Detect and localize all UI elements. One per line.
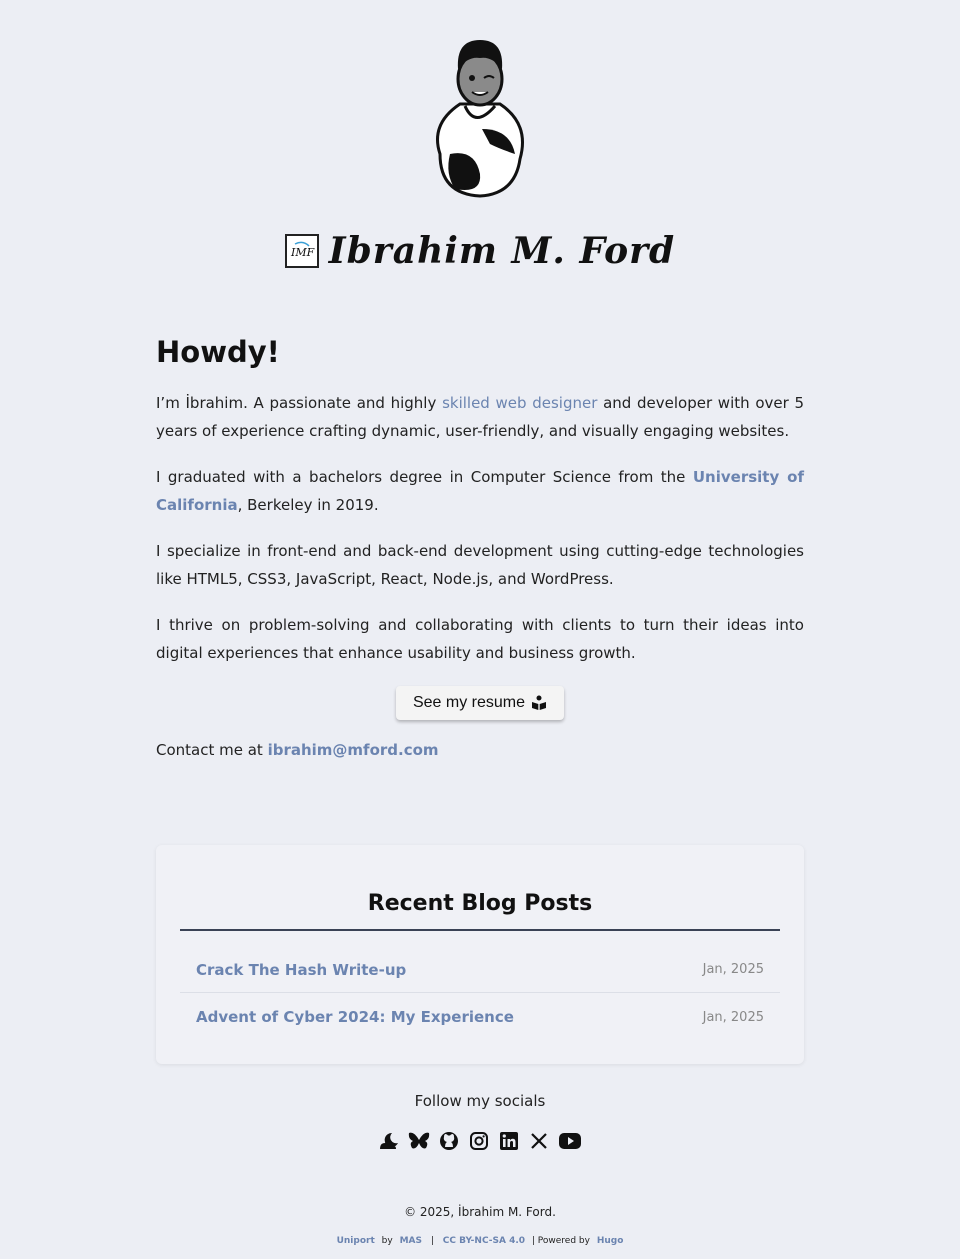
bluesky-butterfly-icon[interactable] bbox=[408, 1130, 430, 1152]
svg-text:IMF: IMF bbox=[290, 246, 315, 259]
powered-by-text: | Powered by bbox=[531, 1236, 590, 1246]
by-text: by bbox=[381, 1236, 393, 1246]
youtube-icon[interactable] bbox=[558, 1130, 582, 1152]
author-link[interactable]: MAS bbox=[400, 1236, 422, 1246]
license-link[interactable]: CC BY-NC-SA 4.0 bbox=[443, 1236, 525, 1246]
footer-credits: Uniport by MAS | CC BY-NC-SA 4.0 | Power… bbox=[0, 1236, 960, 1246]
post-link[interactable]: Advent of Cyber 2024: My Experience bbox=[196, 1008, 514, 1026]
site-title[interactable]: Ibrahim M. Ford bbox=[329, 230, 675, 272]
separator: | bbox=[430, 1236, 434, 1246]
avatar bbox=[420, 34, 540, 202]
recent-posts-card: Recent Blog Posts Crack The Hash Write-u… bbox=[156, 845, 804, 1064]
monogram-logo-icon[interactable]: IMF bbox=[284, 234, 319, 268]
recent-posts-heading: Recent Blog Posts bbox=[180, 885, 780, 931]
resume-button[interactable]: See my resume bbox=[396, 686, 564, 720]
intro-paragraph-4: I thrive on problem-solving and collabor… bbox=[156, 616, 804, 662]
text: I’m İbrahim. A passionate and highly bbox=[156, 394, 443, 412]
contact-line: Contact me at ibrahim@mford.com bbox=[156, 736, 804, 764]
instagram-icon[interactable] bbox=[468, 1130, 490, 1152]
copyright: © 2025, İbrahim M. Ford. bbox=[404, 1205, 556, 1219]
list-item[interactable]: Crack The Hash Write-up Jan, 2025 bbox=[180, 947, 780, 993]
skilled-web-designer-link[interactable]: skilled web designer bbox=[442, 394, 597, 412]
text: I graduated with a bachelors degree in C… bbox=[156, 468, 693, 486]
text: , Berkeley in 2019. bbox=[237, 496, 379, 514]
book-reader-icon bbox=[532, 695, 547, 710]
contact-label: Contact me at bbox=[156, 741, 268, 759]
linkedin-icon[interactable] bbox=[498, 1130, 520, 1152]
post-date: Jan, 2025 bbox=[702, 1009, 764, 1025]
follow-label: Follow my socials bbox=[414, 1092, 546, 1110]
intro-paragraph-2: I graduated with a bachelors degree in C… bbox=[156, 463, 804, 519]
site-header: IMF Ibrahim M. Ford bbox=[0, 226, 960, 276]
page-heading: Howdy! bbox=[156, 335, 280, 369]
cartoon-avatar-icon bbox=[436, 40, 524, 198]
post-link[interactable]: Crack The Hash Write-up bbox=[196, 961, 406, 979]
hugo-link[interactable]: Hugo bbox=[597, 1236, 624, 1246]
theme-link[interactable]: Uniport bbox=[337, 1236, 375, 1246]
email-link[interactable]: ibrahim@mford.com bbox=[268, 741, 439, 759]
github-icon[interactable] bbox=[438, 1130, 460, 1152]
intro-paragraph-3: I specialize in front-end and back-end d… bbox=[156, 542, 804, 588]
x-icon[interactable] bbox=[528, 1130, 550, 1152]
list-item[interactable]: Advent of Cyber 2024: My Experience Jan,… bbox=[180, 994, 780, 1040]
social-links bbox=[0, 1128, 960, 1154]
intro-paragraph-1: I’m İbrahim. A passionate and highly ski… bbox=[156, 389, 804, 445]
post-date: Jan, 2025 bbox=[702, 962, 764, 977]
intro-section: Howdy! I’m İbrahim. A passionate and hig… bbox=[156, 330, 804, 759]
resume-button-label: See my resume bbox=[412, 694, 526, 711]
mastodon-cloud-icon[interactable] bbox=[378, 1130, 400, 1152]
